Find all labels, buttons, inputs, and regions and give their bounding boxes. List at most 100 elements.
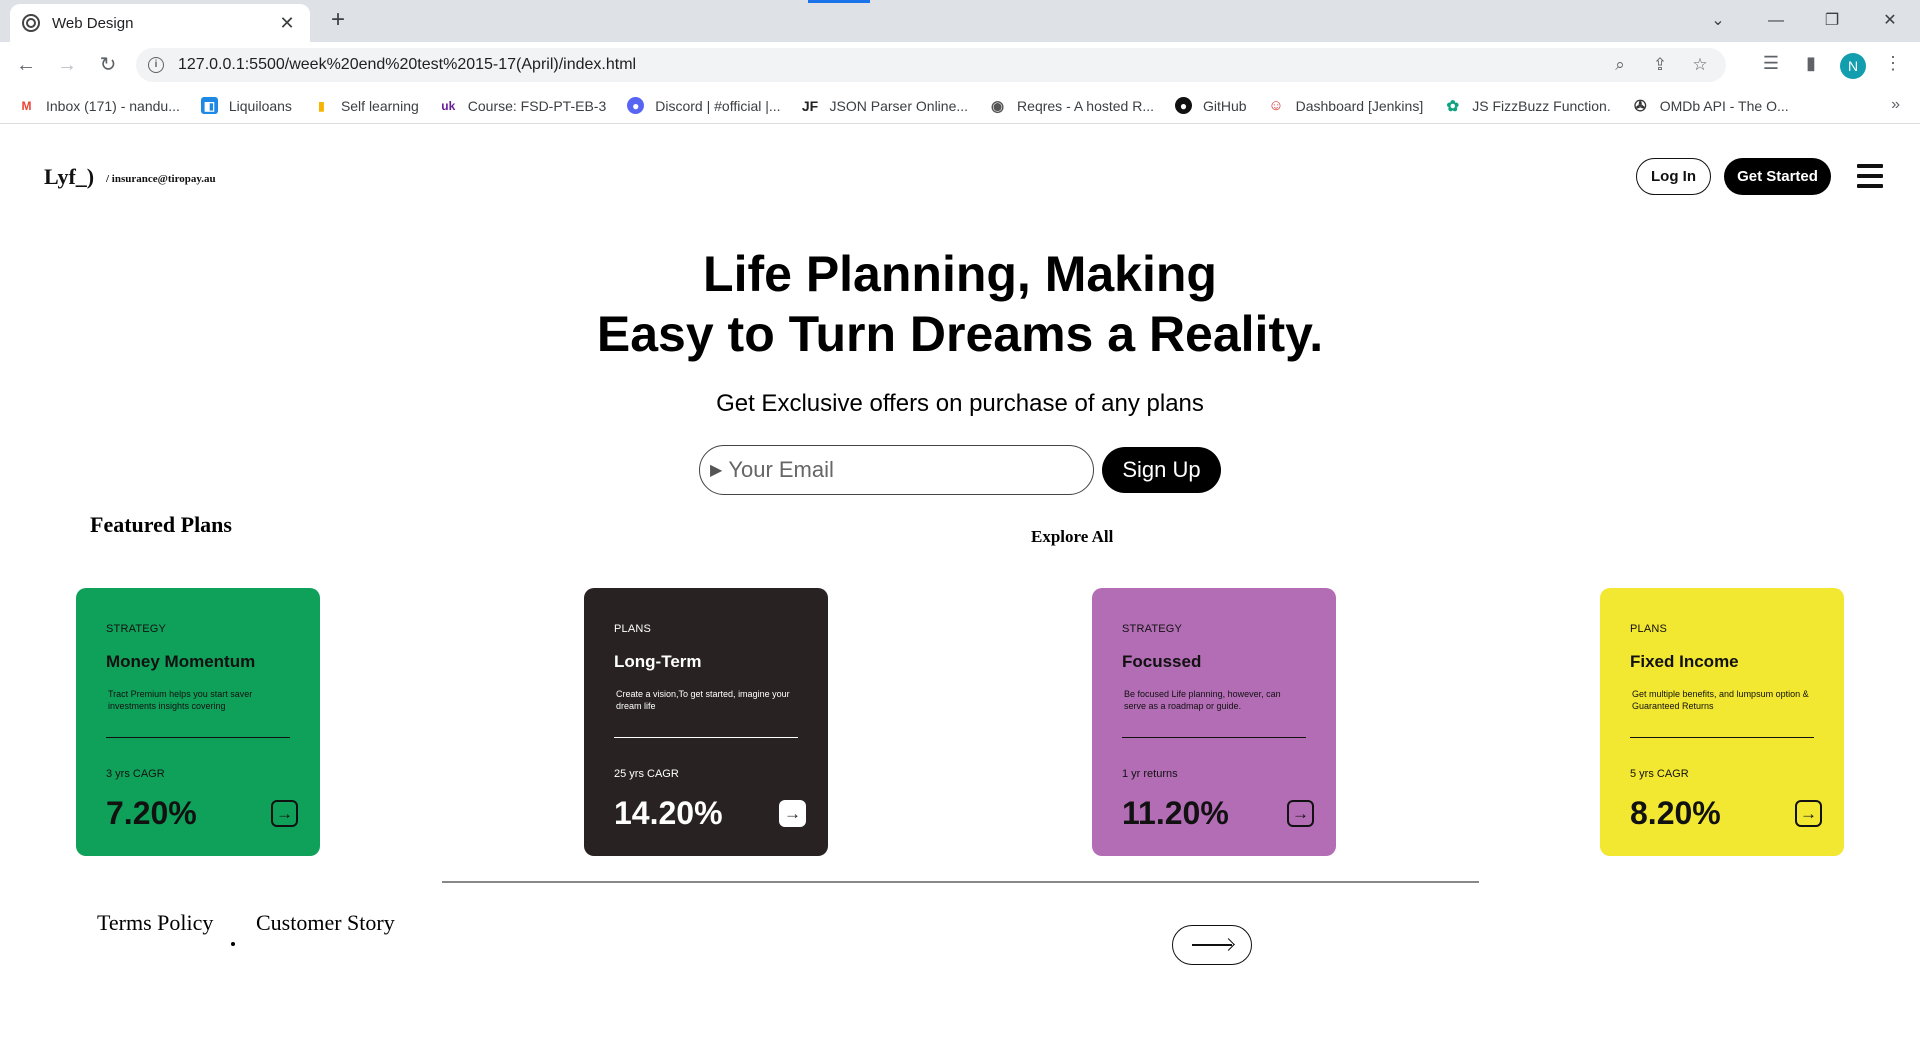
bookmark-item[interactable]: JF JSON Parser Online... (802, 97, 969, 114)
bookmark-item[interactable]: ▮ Self learning (313, 97, 419, 114)
menu-kebab-icon[interactable]: ⋮ (1880, 53, 1906, 77)
plan-return-value: 7.20% (106, 795, 197, 831)
live-server-icon (22, 14, 40, 32)
tab-search-icon[interactable]: ⌄ (1698, 6, 1738, 36)
minimize-icon[interactable]: — (1756, 6, 1796, 36)
close-window-icon[interactable]: ✕ (1870, 6, 1910, 36)
browser-toolbar: ← → ↻ i 127.0.0.1:5500/week%20end%20test… (0, 42, 1920, 88)
discord-icon: ● (627, 97, 645, 114)
bookmark-item[interactable]: ☺ Dashboard [Jenkins] (1268, 97, 1423, 114)
plan-card[interactable]: STRATEGY Money Momentum Tract Premium he… (76, 588, 320, 856)
bookmark-label: Self learning (340, 97, 419, 114)
hamburger-menu-icon[interactable] (1857, 164, 1883, 188)
reading-list-icon[interactable]: ☰ (1758, 53, 1784, 77)
arrow-right-icon[interactable]: → (271, 800, 298, 827)
plan-description: Be focused Life planning, however, can s… (1124, 689, 1281, 711)
plan-kicker: PLANS (614, 623, 652, 635)
bookmark-item[interactable]: uk Course: FSD-PT-EB-3 (440, 97, 606, 114)
plan-name: Fixed Income (1630, 652, 1739, 671)
github-icon: ● (1175, 97, 1193, 114)
play-icon: ▶ (710, 462, 723, 479)
plan-kicker: STRATEGY (1122, 623, 1183, 635)
plan-card[interactable]: STRATEGY Focussed Be focused Life planni… (1092, 588, 1336, 856)
featured-plans-heading: Featured Plans (90, 512, 232, 537)
url-text[interactable]: 127.0.0.1:5500/week%20end%20test%2015-17… (178, 56, 1594, 74)
hero-subtitle: Get Exclusive offers on purchase of any … (716, 390, 1204, 417)
signup-button[interactable]: Sign Up (1102, 447, 1221, 493)
card-divider (1122, 737, 1306, 738)
hero-title: Life Planning, Making Easy to Turn Dream… (460, 244, 1460, 364)
bookmark-item[interactable]: ◧ Liquiloans (200, 97, 292, 114)
bars-icon: ▮ (318, 98, 325, 113)
browser-tab[interactable]: Web Design ✕ (10, 4, 310, 42)
bookmark-label: JSON Parser Online... (829, 97, 969, 114)
forward-icon[interactable]: → (53, 51, 81, 79)
close-tab-icon[interactable]: ✕ (276, 13, 298, 34)
side-panel-icon[interactable]: ▮ (1798, 53, 1824, 77)
plan-card[interactable]: PLANS Fixed Income Get multiple benefits… (1600, 588, 1844, 856)
plan-metric-label: 1 yr returns (1122, 768, 1178, 780)
explore-all-link[interactable]: Explore All (1031, 527, 1113, 547)
footer-separator-dot (231, 942, 235, 946)
bookmark-item[interactable]: ◉ Reqres - A hosted R... (989, 97, 1155, 115)
hero-title-line: Easy to Turn Dreams a Reality. (596, 306, 1324, 362)
email-field[interactable]: ▶ (699, 445, 1094, 495)
login-button[interactable]: Log In (1636, 158, 1711, 195)
share-icon[interactable]: ⇪ (1646, 55, 1674, 75)
card-divider (614, 737, 798, 738)
tab-loading-indicator (808, 0, 870, 3)
plan-return-value: 14.20% (614, 795, 723, 831)
long-arrow-right-icon (1192, 944, 1232, 946)
bookmark-item[interactable]: ● Discord | #official |... (627, 97, 781, 114)
bookmark-label: Inbox (171) - nandu... (46, 97, 180, 114)
bookmark-label: Discord | #official |... (655, 97, 781, 114)
terms-policy-link[interactable]: Terms Policy (97, 910, 213, 936)
reload-icon[interactable]: ↻ (94, 51, 122, 79)
bookmark-label: GitHub (1203, 97, 1247, 114)
more-bookmarks-icon[interactable]: » (1891, 96, 1900, 114)
bookmark-star-icon[interactable]: ☆ (1686, 55, 1714, 75)
bookmark-item[interactable]: ✇ OMDb API - The O... (1632, 97, 1789, 115)
profile-avatar[interactable]: N (1840, 53, 1866, 79)
new-tab-button[interactable]: + (324, 6, 352, 34)
plan-card[interactable]: PLANS Long-Term Create a vision,To get s… (584, 588, 828, 856)
card-divider (1630, 737, 1814, 738)
site-info-icon[interactable]: i (148, 57, 164, 73)
browser-tabstrip: Web Design ✕ + ⌄ — ❐ ✕ (0, 0, 1920, 42)
site-logo[interactable]: Lyf_) (44, 164, 94, 190)
bookmark-item[interactable]: M Inbox (171) - nandu... (18, 97, 180, 114)
plan-metric-label: 5 yrs CAGR (1630, 768, 1689, 780)
gmail-icon: M (21, 98, 32, 113)
plan-name: Money Momentum (106, 652, 256, 671)
bookmark-item[interactable]: ✿ JS FizzBuzz Function. (1444, 97, 1610, 115)
bookmark-item[interactable]: ● GitHub (1175, 97, 1247, 114)
zoom-icon[interactable]: ⌕ (1606, 55, 1634, 75)
restore-icon[interactable]: ❐ (1812, 6, 1852, 36)
plan-metric-label: 25 yrs CAGR (614, 768, 679, 780)
customer-story-link[interactable]: Customer Story (256, 910, 395, 936)
plan-metric-label: 3 yrs CAGR (106, 768, 165, 780)
arrow-right-icon[interactable]: → (779, 800, 806, 827)
plan-name: Focussed (1122, 652, 1202, 671)
next-arrow-button[interactable] (1172, 925, 1252, 965)
plan-name: Long-Term (614, 652, 702, 671)
bookmark-label: Reqres - A hosted R... (1017, 97, 1155, 114)
tab-title: Web Design (52, 14, 134, 32)
plan-return-value: 8.20% (1630, 795, 1721, 831)
jenkins-icon: ☺ (1268, 97, 1284, 114)
get-started-button[interactable]: Get Started (1724, 158, 1831, 195)
email-input[interactable] (728, 457, 1069, 483)
bookmark-label: OMDb API - The O... (1659, 97, 1789, 114)
course-icon: uk (441, 98, 456, 113)
plan-description: Tract Premium helps you start saver inve… (108, 689, 253, 711)
contact-email: / insurance@tiropay.au (106, 173, 216, 185)
address-bar[interactable]: i 127.0.0.1:5500/week%20end%20test%2015-… (136, 48, 1726, 82)
arrow-right-icon[interactable]: → (1287, 800, 1314, 827)
arrow-right-icon[interactable]: → (1795, 800, 1822, 827)
back-icon[interactable]: ← (12, 51, 40, 79)
bookmark-label: Course: FSD-PT-EB-3 (467, 97, 607, 114)
plan-description: Create a vision,To get started, imagine … (616, 689, 790, 711)
bookmarks-bar: M Inbox (171) - nandu... ◧ Liquiloans ▮ Sel… (0, 88, 1920, 124)
section-divider (442, 881, 1479, 883)
web-page: Lyf_) / insurance@tiropay.au Log In Get … (0, 124, 1920, 1043)
